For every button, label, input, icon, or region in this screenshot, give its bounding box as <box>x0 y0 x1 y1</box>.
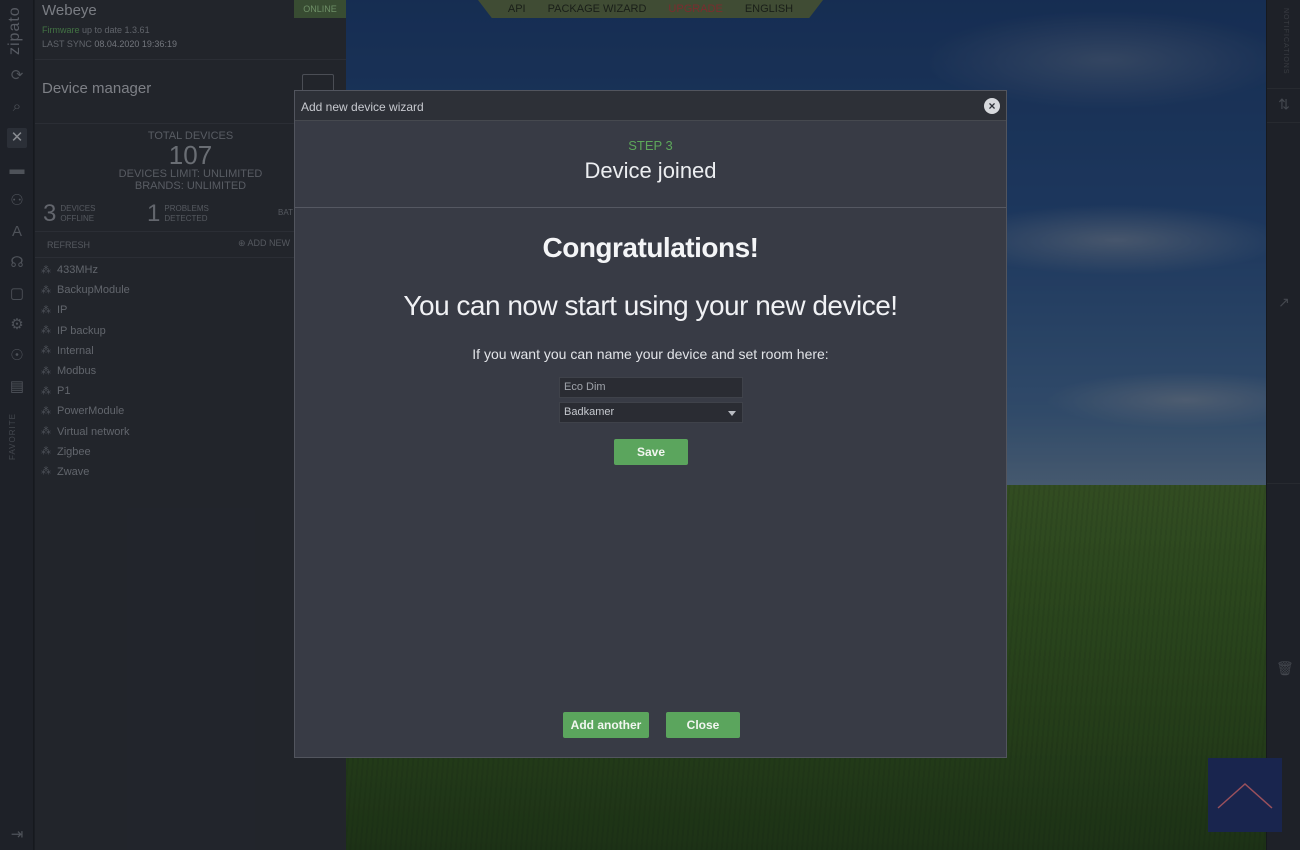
device-name-field[interactable]: Eco Dim <box>559 377 743 398</box>
close-icon[interactable]: × <box>984 98 1000 114</box>
congrats-heading: Congratulations! <box>542 232 760 263</box>
add-another-button[interactable]: Add another <box>563 712 649 738</box>
step-label: STEP 3 <box>628 138 673 153</box>
success-message: You can now start using your new device! <box>403 290 898 321</box>
close-button[interactable]: Close <box>666 712 740 738</box>
step-title: Device joined <box>584 158 717 183</box>
add-device-wizard-modal: Add new device wizard × STEP 3 Device jo… <box>294 90 1007 758</box>
step-header: STEP 3 Device joined <box>295 121 1006 208</box>
modal-title: Add new device wizard <box>301 100 424 114</box>
modal-title-bar: Add new device wizard × <box>295 91 1006 121</box>
chevron-down-icon <box>728 411 736 416</box>
save-button[interactable]: Save <box>614 439 688 465</box>
name-room-hint: If you want you can name your device and… <box>472 346 829 362</box>
room-select[interactable]: Badkamer <box>559 402 743 423</box>
